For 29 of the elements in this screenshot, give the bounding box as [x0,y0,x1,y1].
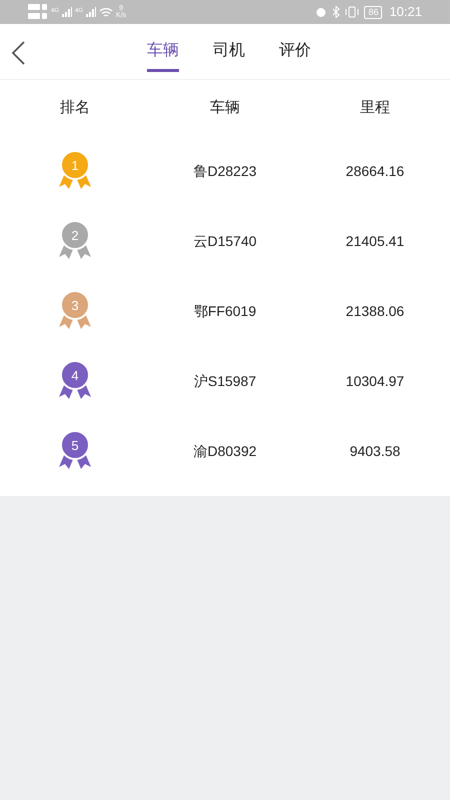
battery-indicator: 86 [364,6,382,18]
rank-number: 1 [70,157,80,175]
rank-number: 2 [70,227,80,245]
rank-number: 4 [70,367,80,385]
tab[interactable]: 评价 [279,31,311,72]
column-header: 车辆 [210,98,240,118]
signal-icon [86,7,96,17]
tab[interactable]: 司机 [213,31,245,72]
column-header: 里程 [360,98,390,118]
vehicle-cell-text: 沪S15987 [194,372,256,390]
mileage-cell-text: 21388.06 [346,302,404,320]
vehicle-cell-text: 鄂FF6019 [194,302,256,320]
vehicle-cell-text: 云D15740 [193,232,257,250]
vibrate-icon [345,6,360,18]
vehicle-cell-text: 渝D80392 [193,442,257,460]
rank-number: 5 [70,437,80,455]
clock: 10:21 [389,3,422,22]
column-header: 排名 [60,98,90,118]
mileage-cell-text: 21405.41 [346,232,404,250]
rank-number: 3 [70,297,80,315]
back-icon[interactable] [10,40,26,66]
mileage-cell-text: 9403.58 [350,442,400,460]
mileage-cell-text: 10304.97 [346,372,404,390]
bluetooth-icon [332,6,340,18]
vehicle-cell-text: 鲁D28223 [193,162,257,180]
tab[interactable]: 车辆 [147,31,179,72]
wifi-icon [99,6,114,18]
mileage-cell-text: 28664.16 [346,162,404,180]
signal-icon [62,7,72,17]
